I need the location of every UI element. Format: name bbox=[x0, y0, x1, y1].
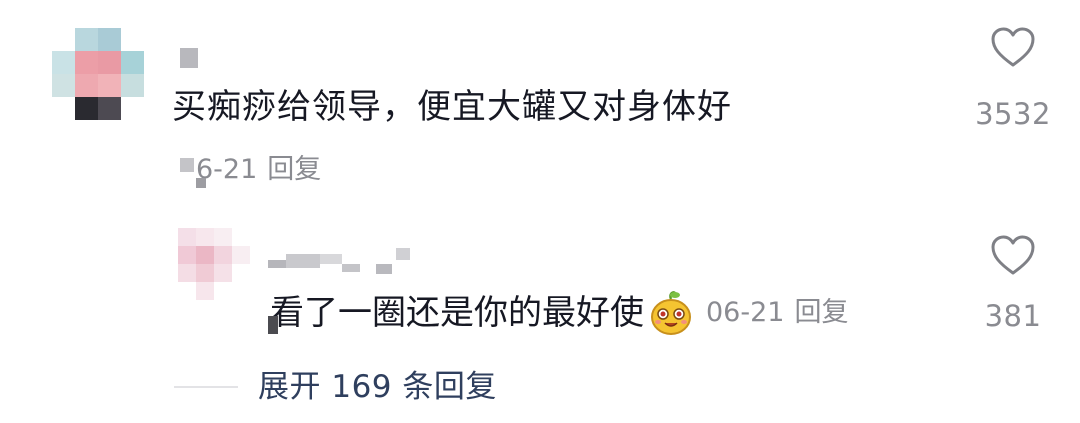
reply-content: 看了一圈还是你的最好使 06-21 回复 bbox=[270, 290, 848, 336]
reply-meta: 06-21 回复 bbox=[706, 290, 848, 336]
username-blur-fragment bbox=[180, 158, 194, 172]
divider bbox=[174, 386, 238, 388]
reply-date: 06-21 bbox=[706, 297, 785, 328]
like-button[interactable]: 3532 bbox=[958, 26, 1068, 132]
comment-text: 买痴痧给领导，便宜大罐又对身体好 bbox=[172, 87, 732, 127]
smiling-face-emoji-icon bbox=[648, 290, 694, 336]
reply-avatar[interactable] bbox=[178, 228, 250, 300]
heart-outline-icon[interactable] bbox=[990, 26, 1036, 68]
reply-text: 看了一圈还是你的最好使 bbox=[270, 293, 644, 333]
reply-like-count: 381 bbox=[984, 299, 1042, 333]
reply-like-button[interactable]: 381 bbox=[958, 234, 1068, 334]
heart-outline-icon[interactable] bbox=[990, 234, 1036, 276]
like-count: 3532 bbox=[975, 97, 1051, 131]
reply-button[interactable]: 回复 bbox=[267, 154, 321, 185]
avatar[interactable] bbox=[52, 28, 144, 120]
reply-username[interactable] bbox=[268, 246, 418, 276]
blur-fragment bbox=[268, 316, 278, 334]
comment-meta: 6-21 回复 bbox=[196, 152, 321, 188]
username[interactable] bbox=[180, 48, 200, 68]
reply-to-reply-button[interactable]: 回复 bbox=[794, 297, 848, 328]
username-blur-fragment bbox=[196, 178, 206, 188]
expand-replies-button[interactable]: 展开 169 条回复 bbox=[258, 366, 497, 408]
